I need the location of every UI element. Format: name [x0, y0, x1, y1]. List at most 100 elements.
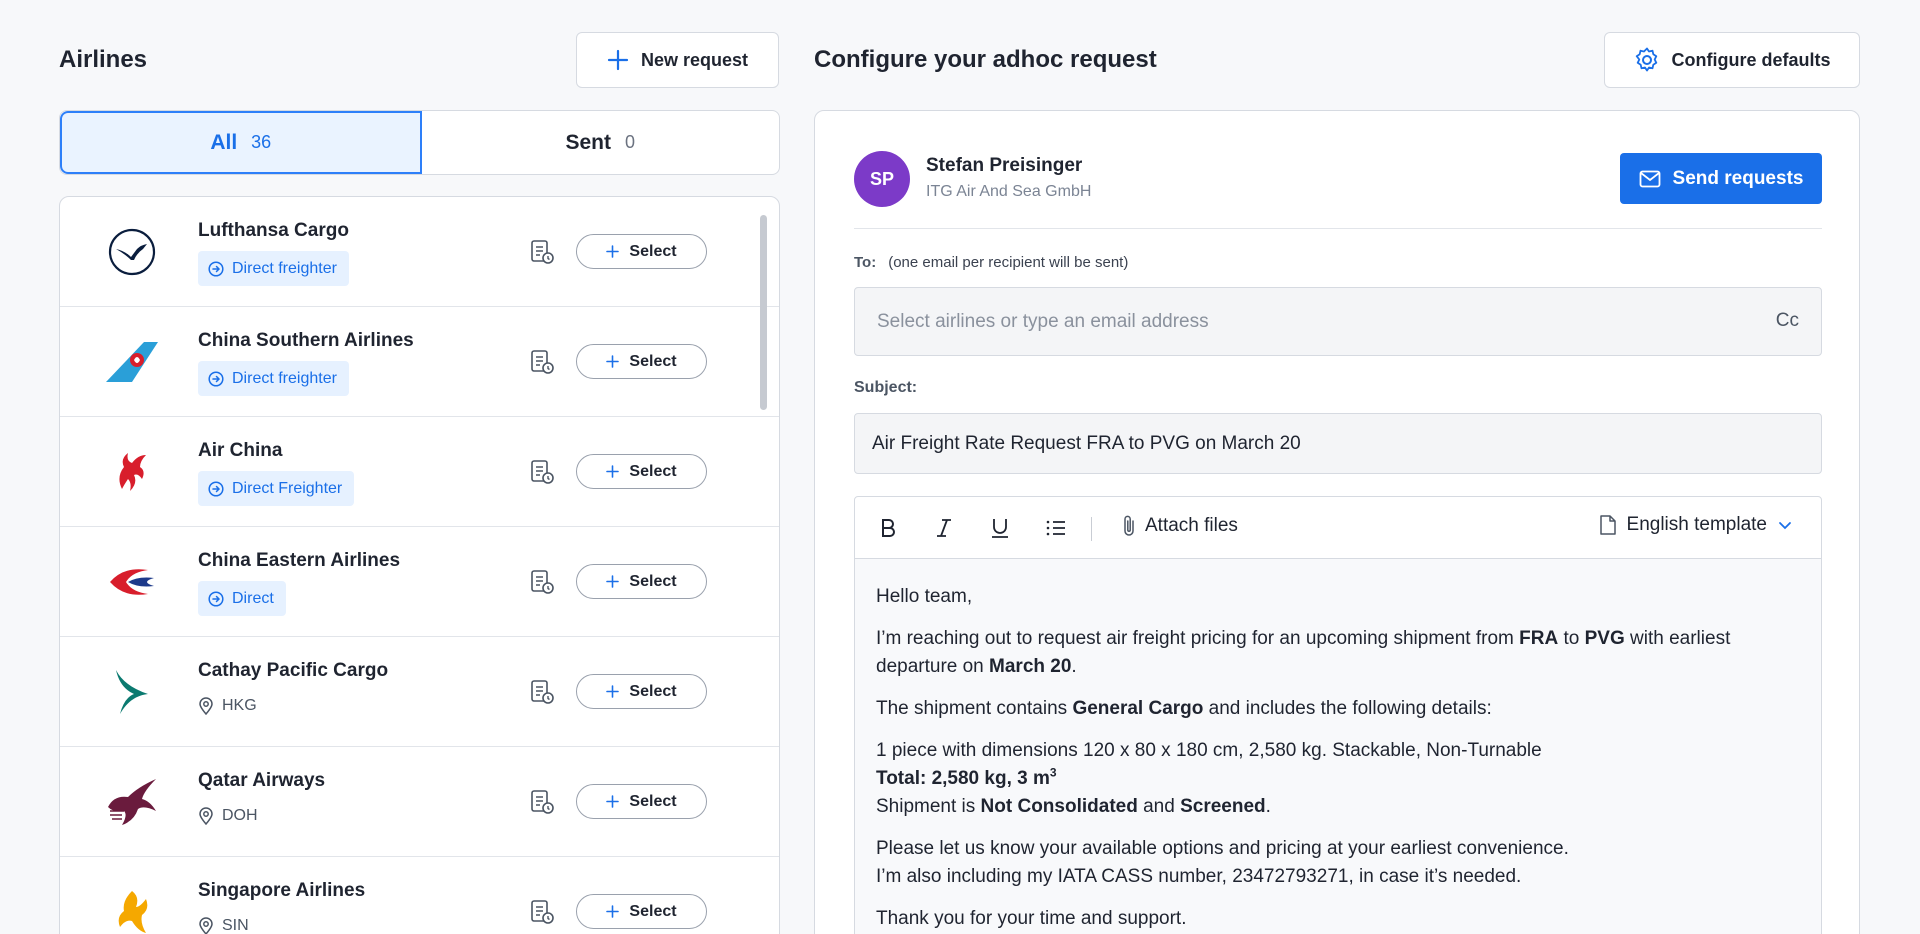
subject-input[interactable]: Air Freight Rate Request FRA to PVG on M…	[854, 413, 1822, 474]
underline-icon[interactable]	[988, 516, 1012, 540]
chevron-down-icon	[1779, 522, 1791, 530]
rate-sheet-icon[interactable]	[530, 569, 554, 595]
plus-icon	[606, 465, 620, 478]
airline-list: Lufthansa Cargo Direct freighter Select …	[59, 196, 780, 934]
airline-name: Lufthansa Cargo	[198, 220, 349, 241]
plus-icon	[607, 49, 629, 71]
bullet-list-icon[interactable]	[1044, 516, 1068, 540]
select-airline-button[interactable]: Select	[576, 894, 707, 929]
template-label: English template	[1626, 514, 1767, 535]
email-paragraph: The shipment contains General Cargo and …	[876, 698, 1492, 719]
avatar: SP	[854, 151, 910, 207]
recipient-input[interactable]	[855, 288, 1735, 355]
rate-sheet-icon[interactable]	[530, 899, 554, 925]
airlines-panel: Airlines New request All 36 Sent 0 Lufth…	[59, 0, 780, 934]
arrow-circle-icon	[208, 260, 224, 277]
airline-row: China Southern Airlines Direct freighter…	[60, 307, 779, 417]
freighter-badge: Direct Freighter	[198, 471, 355, 506]
singapore-airlines-logo-icon	[104, 884, 160, 934]
airline-row: Cathay Pacific Cargo HKG Select	[60, 637, 779, 747]
configure-defaults-button[interactable]: Configure defaults	[1604, 32, 1860, 88]
to-hint: (one email per recipient will be sent)	[888, 254, 1129, 271]
airlines-header: Airlines New request	[59, 0, 780, 118]
plus-icon	[606, 685, 620, 698]
mail-icon	[1639, 170, 1660, 187]
arrow-circle-icon	[208, 480, 224, 497]
tab-all-count: 36	[251, 132, 272, 152]
airline-name: China Southern Airlines	[198, 330, 414, 351]
rate-sheet-icon[interactable]	[530, 239, 554, 265]
airlines-title: Airlines	[59, 46, 148, 73]
select-airline-button[interactable]: Select	[576, 344, 707, 379]
airline-name: Qatar Airways	[198, 770, 326, 791]
email-paragraph: Please let us know your available option…	[876, 838, 1569, 887]
new-request-button[interactable]: New request	[576, 32, 779, 88]
airline-row: Singapore Airlines SIN Select	[60, 857, 779, 934]
airline-row: Qatar Airways DOH Select	[60, 747, 779, 857]
rate-sheet-icon[interactable]	[530, 459, 554, 485]
airline-row: China Eastern Airlines Direct Select	[60, 527, 779, 637]
rate-sheet-icon[interactable]	[530, 349, 554, 375]
arrow-circle-icon	[208, 370, 224, 387]
tab-sent-count: 0	[625, 132, 636, 152]
tab-sent[interactable]: Sent 0	[422, 111, 780, 174]
badge-label: Direct	[232, 589, 274, 607]
configure-defaults-label: Configure defaults	[1671, 49, 1831, 70]
send-requests-button[interactable]: Send requests	[1620, 153, 1822, 204]
subject-label: Subject:	[854, 379, 918, 396]
plus-icon	[606, 795, 620, 808]
attach-files-label: Attach files	[1145, 515, 1238, 536]
toolbar-separator	[1091, 517, 1092, 541]
italic-icon[interactable]	[932, 516, 956, 540]
airline-name: Singapore Airlines	[198, 880, 366, 901]
cc-toggle[interactable]: Cc	[1776, 310, 1799, 332]
qatar-airways-logo-icon	[104, 774, 160, 830]
document-icon	[1599, 515, 1616, 535]
airport-code: HKG	[222, 697, 257, 714]
select-airline-button[interactable]: Select	[576, 784, 707, 819]
list-scrollbar[interactable]	[760, 215, 767, 410]
airport-code: DOH	[222, 807, 258, 824]
airline-row: Lufthansa Cargo Direct freighter Select	[60, 197, 779, 307]
rate-sheet-icon[interactable]	[530, 679, 554, 705]
airport-location: DOH	[198, 807, 258, 825]
select-label: Select	[629, 352, 677, 370]
china-southern-logo-icon	[104, 334, 160, 390]
badge-label: Direct freighter	[232, 369, 337, 387]
recipient-label-row: To: (one email per recipient will be sen…	[854, 254, 1128, 271]
select-airline-button[interactable]: Select	[576, 454, 707, 489]
airline-name: China Eastern Airlines	[198, 550, 401, 571]
china-eastern-logo-icon	[104, 554, 160, 610]
sender-name: Stefan Preisinger	[926, 155, 1083, 176]
select-airline-button[interactable]: Select	[576, 234, 707, 269]
divider	[854, 228, 1822, 229]
air-china-logo-icon	[104, 444, 160, 500]
plus-icon	[606, 575, 620, 588]
arrow-circle-icon	[208, 590, 224, 607]
select-label: Select	[629, 792, 677, 810]
location-pin-icon	[199, 807, 213, 825]
airport-location: HKG	[198, 697, 257, 715]
rate-sheet-icon[interactable]	[530, 789, 554, 815]
editor-toolbar: Attach files English template	[855, 497, 1821, 559]
airport-code: SIN	[222, 917, 249, 934]
email-greeting: Hello team,	[876, 586, 973, 607]
email-body[interactable]: Hello team, I’m reaching out to request …	[855, 559, 1821, 934]
select-airline-button[interactable]: Select	[576, 564, 707, 599]
to-label: To:	[854, 254, 877, 271]
select-airline-button[interactable]: Select	[576, 674, 707, 709]
plus-icon	[606, 905, 620, 918]
airport-location: SIN	[198, 917, 249, 934]
request-card: SP Stefan Preisinger ITG Air And Sea Gmb…	[814, 110, 1860, 934]
email-closing: Thank you for your time and support.	[876, 908, 1187, 929]
airline-tabs: All 36 Sent 0	[59, 110, 780, 175]
tab-all[interactable]: All 36	[60, 111, 422, 174]
tab-all-label: All	[210, 130, 238, 154]
badge-label: Direct Freighter	[232, 479, 343, 497]
plus-icon	[606, 355, 620, 368]
template-dropdown[interactable]: English template	[1599, 514, 1793, 536]
tab-sent-label: Sent	[565, 130, 611, 154]
bold-icon[interactable]	[876, 516, 900, 540]
location-pin-icon	[199, 697, 213, 715]
attach-files-button[interactable]: Attach files	[1121, 514, 1238, 538]
